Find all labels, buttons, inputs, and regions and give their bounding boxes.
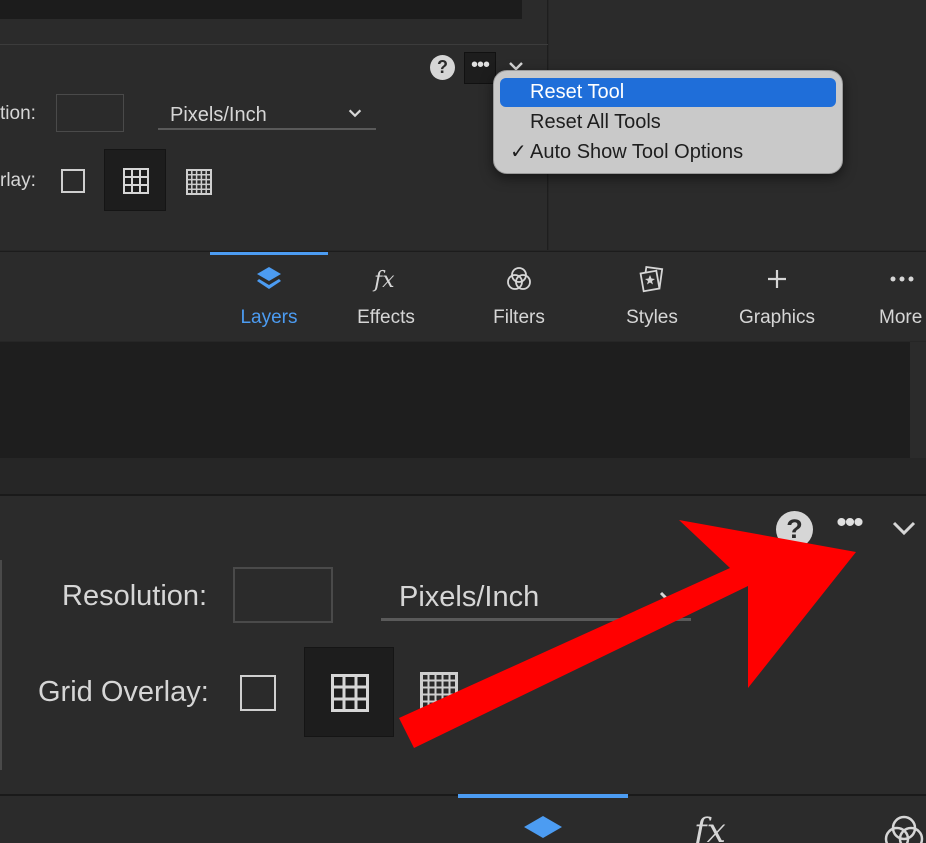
tab-styles[interactable]: Styles (594, 252, 710, 342)
fx-icon[interactable]: fx (690, 810, 736, 843)
tab-label: Styles (626, 307, 678, 328)
scrollbar-track[interactable] (910, 342, 926, 458)
svg-text:fx: fx (691, 811, 726, 843)
help-icon[interactable]: ? (776, 511, 813, 548)
grid-coarse-icon (123, 168, 149, 194)
tab-label: Effects (357, 307, 415, 328)
fx-icon: fx (372, 268, 395, 293)
panel-tab-bar-zoomed: fx (0, 794, 926, 843)
more-options-menu: Reset Tool Reset All Tools ✓ Auto Show T… (493, 70, 843, 174)
active-tab-indicator (458, 794, 628, 798)
grid-fine-icon[interactable] (186, 169, 212, 195)
layers-icon[interactable] (520, 814, 566, 843)
layers-icon (257, 267, 281, 289)
canvas-strip-top (0, 0, 522, 19)
tab-effects[interactable]: fx Effects (330, 252, 442, 342)
resolution-label: tion: (0, 103, 36, 124)
more-icon (890, 276, 914, 282)
grid-overlay-label: rlay: (0, 170, 36, 191)
chevron-down-icon (348, 109, 362, 118)
styles-icon (639, 265, 664, 293)
menu-item-reset-all-tools[interactable]: Reset All Tools (500, 108, 836, 137)
panel-tab-bar: Layers fx Effects Filters Styles Graphic… (0, 251, 926, 341)
tab-more[interactable]: More (866, 252, 926, 342)
menu-item-label: Reset Tool (530, 81, 625, 103)
grid-coarse-button[interactable] (304, 647, 394, 737)
more-options-button[interactable]: ••• (830, 508, 868, 542)
resolution-unit-select[interactable]: Pixels/Inch (158, 100, 376, 130)
tab-filters[interactable]: Filters (462, 252, 576, 342)
chevron-down-icon[interactable] (890, 514, 918, 542)
menu-item-label: Auto Show Tool Options (530, 141, 744, 163)
menu-item-reset-tool[interactable]: Reset Tool (500, 78, 836, 107)
panel-gap (0, 458, 926, 494)
svg-text:fx: fx (372, 268, 395, 293)
filters-icon[interactable] (882, 812, 926, 843)
tab-layers[interactable]: Layers (210, 252, 328, 342)
panel-left-divider (0, 560, 2, 770)
resolution-label: Resolution: (62, 580, 208, 612)
tab-label: Filters (493, 307, 545, 328)
checkmark-icon: ✓ (510, 141, 527, 163)
grid-coarse-button[interactable] (104, 149, 166, 211)
resolution-unit-value: Pixels/Inch (170, 104, 267, 126)
menu-item-auto-show-tool-options[interactable]: ✓ Auto Show Tool Options (500, 138, 836, 167)
panel-header-divider (0, 44, 548, 45)
plus-icon (768, 270, 786, 288)
grid-none-button[interactable] (61, 169, 85, 193)
resolution-unit-value: Pixels/Inch (399, 581, 540, 613)
more-options-button[interactable]: ••• (464, 52, 496, 84)
grid-fine-icon[interactable] (420, 672, 458, 710)
grid-coarse-icon (331, 674, 369, 712)
tab-graphics[interactable]: Graphics (720, 252, 834, 342)
grid-overlay-label: Grid Overlay: (38, 676, 209, 708)
chevron-down-icon (659, 591, 681, 605)
tab-label: Layers (240, 307, 298, 328)
filters-icon (507, 267, 531, 290)
menu-item-label: Reset All Tools (530, 111, 661, 133)
tab-label: More (879, 307, 923, 328)
tab-label: Graphics (738, 307, 816, 328)
resolution-input[interactable] (233, 567, 333, 623)
resolution-unit-select[interactable]: Pixels/Inch (381, 575, 691, 621)
layers-content-area (0, 342, 910, 458)
grid-none-button[interactable] (240, 675, 276, 711)
help-icon[interactable]: ? (430, 55, 455, 80)
resolution-input[interactable] (56, 94, 124, 132)
